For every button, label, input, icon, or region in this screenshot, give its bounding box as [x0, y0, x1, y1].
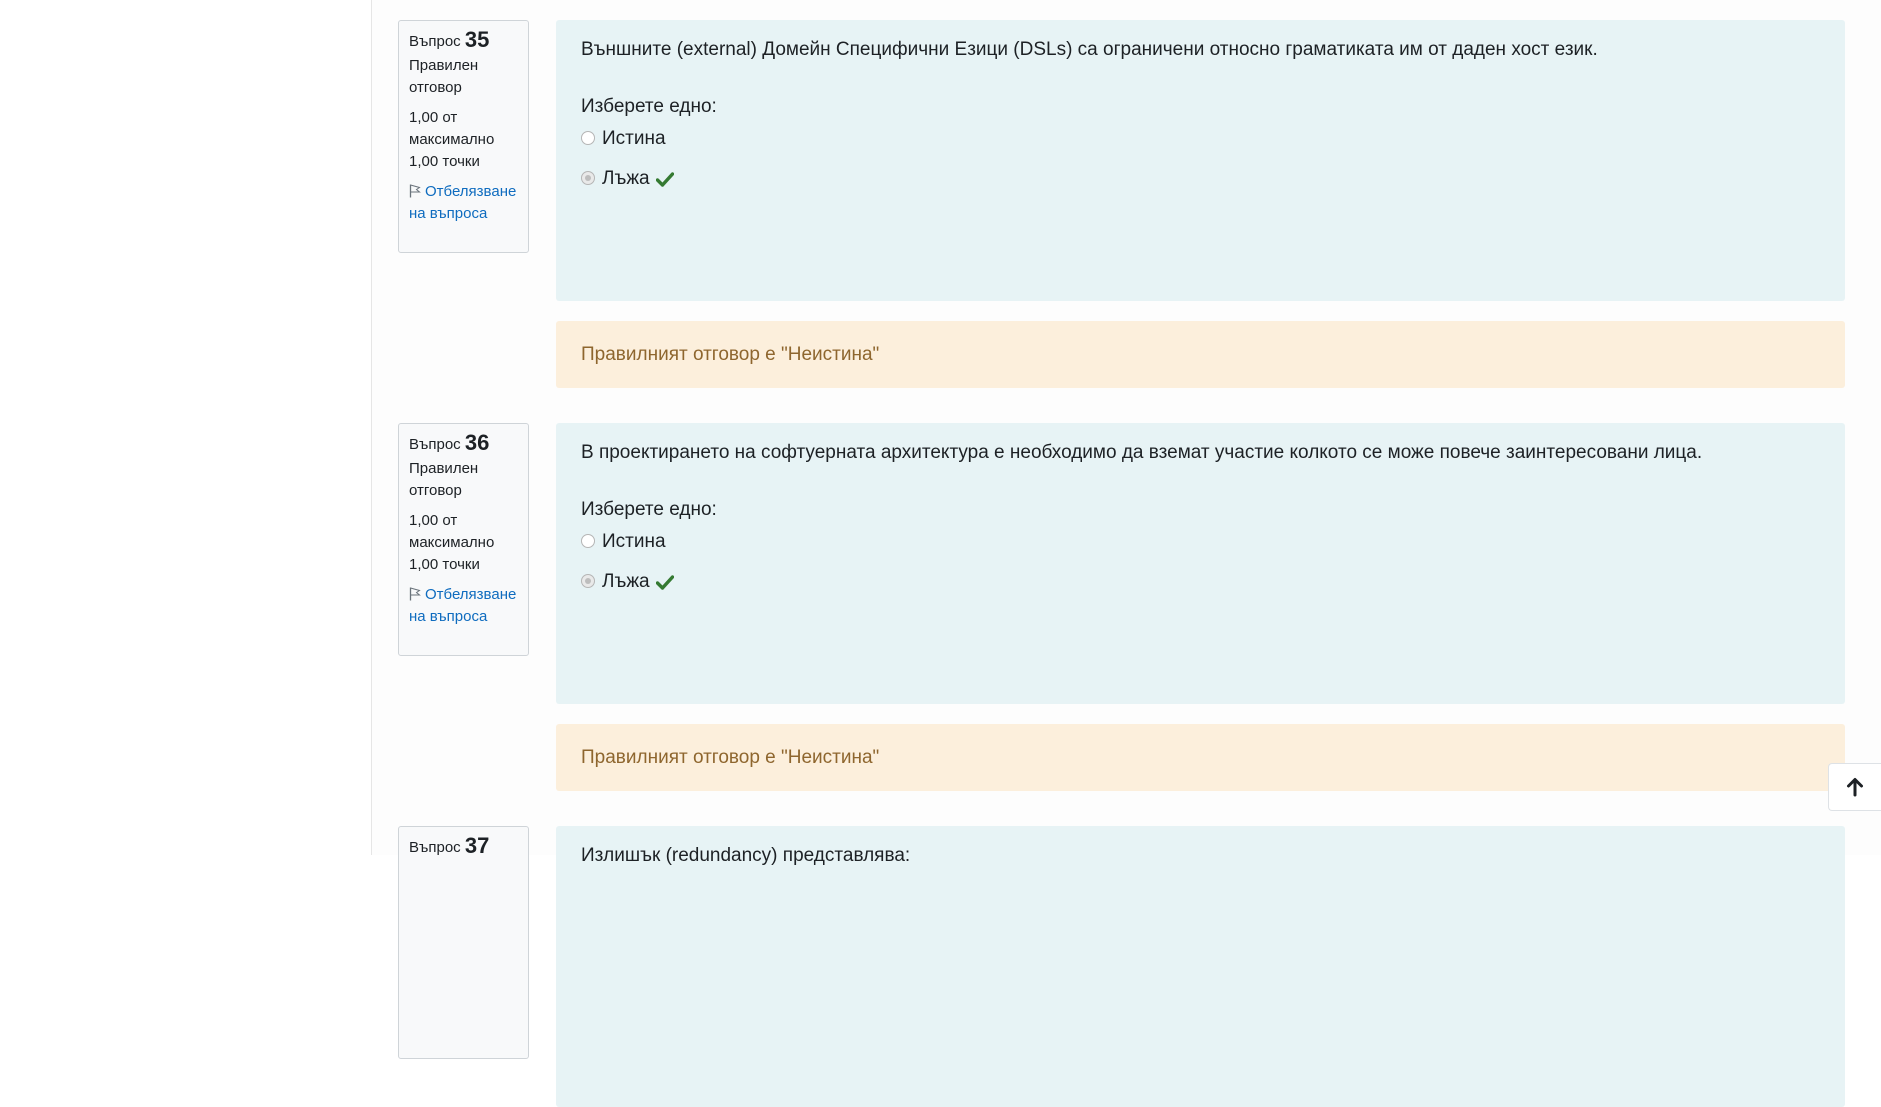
- question-text: В проектирането на софтуерната архитекту…: [581, 442, 1703, 463]
- right-answer-text: Правилният отговор е "Неистина": [581, 747, 880, 768]
- radio-true[interactable]: [581, 533, 595, 548]
- question-formulation: Външните (external) Домейн Специфични Ез…: [556, 20, 1845, 301]
- question-number: 36: [464, 430, 490, 455]
- answer-prompt: Изберете едно:: [581, 499, 717, 520]
- answer-option-true[interactable]: Истина: [581, 528, 666, 556]
- flag-question-link[interactable]: Отбелязване на въпроса: [409, 181, 518, 225]
- question-grade: 1,00 от максимално 1,00 точки: [409, 512, 495, 573]
- right-answer-text: Правилният отговор е "Неистина": [581, 344, 880, 365]
- feedback-box: Правилният отговор е "Неистина": [556, 321, 1845, 388]
- question-number: 37: [464, 833, 490, 858]
- question-state: Правилен отговор: [409, 460, 479, 499]
- radio-false-selected[interactable]: [581, 170, 595, 185]
- question-info: Въпрос 36 Правилен отговор 1,00 от макси…: [398, 423, 529, 656]
- answer-prompt: Изберете едно:: [581, 96, 717, 117]
- arrow-up-icon: [1847, 778, 1863, 797]
- question-number-row: Въпрос 37: [409, 835, 518, 859]
- question-state: Правилен отговор: [409, 57, 479, 96]
- answer-option-label: Лъжа: [602, 168, 650, 189]
- check-icon: [655, 171, 674, 187]
- flag-question-label: Отбелязване на въпроса: [409, 586, 517, 625]
- answer-option-true[interactable]: Истина: [581, 125, 666, 153]
- flag-question-label: Отбелязване на въпроса: [409, 183, 517, 222]
- question-label: Въпрос: [409, 33, 461, 50]
- check-icon: [655, 574, 674, 590]
- answer-option-false[interactable]: Лъжа: [581, 568, 674, 596]
- question-text: Външните (external) Домейн Специфични Ез…: [581, 39, 1598, 60]
- back-to-top-button[interactable]: [1828, 763, 1881, 811]
- question-info: Въпрос 35 Правилен отговор 1,00 от макси…: [398, 20, 529, 253]
- answer-option-label: Истина: [602, 531, 666, 552]
- quiz-review-region: Въпрос 35 Правилен отговор 1,00 от макси…: [371, 0, 1881, 1107]
- radio-false-selected[interactable]: [581, 573, 595, 588]
- question-number-row: Въпрос 36: [409, 432, 518, 456]
- question-grade: 1,00 от максимално 1,00 точки: [409, 109, 495, 170]
- left-blank-area: [0, 0, 371, 855]
- question-label: Въпрос: [409, 436, 461, 453]
- feedback-box: Правилният отговор е "Неистина": [556, 724, 1845, 791]
- question-formulation: Излишък (redundancy) представлява:: [556, 826, 1845, 1107]
- question-text: Излишък (redundancy) представлява:: [581, 845, 911, 866]
- answer-option-false[interactable]: Лъжа: [581, 165, 674, 193]
- question-label: Въпрос: [409, 839, 461, 856]
- flag-icon: [409, 587, 421, 601]
- question-number-row: Въпрос 35: [409, 29, 518, 53]
- answer-option-label: Истина: [602, 128, 666, 149]
- answer-option-label: Лъжа: [602, 571, 650, 592]
- question-number: 35: [464, 27, 490, 52]
- flag-icon: [409, 184, 421, 198]
- question-info: Въпрос 37: [398, 826, 529, 1059]
- flag-question-link[interactable]: Отбелязване на въпроса: [409, 584, 518, 628]
- radio-true[interactable]: [581, 130, 595, 145]
- question-formulation: В проектирането на софтуерната архитекту…: [556, 423, 1845, 704]
